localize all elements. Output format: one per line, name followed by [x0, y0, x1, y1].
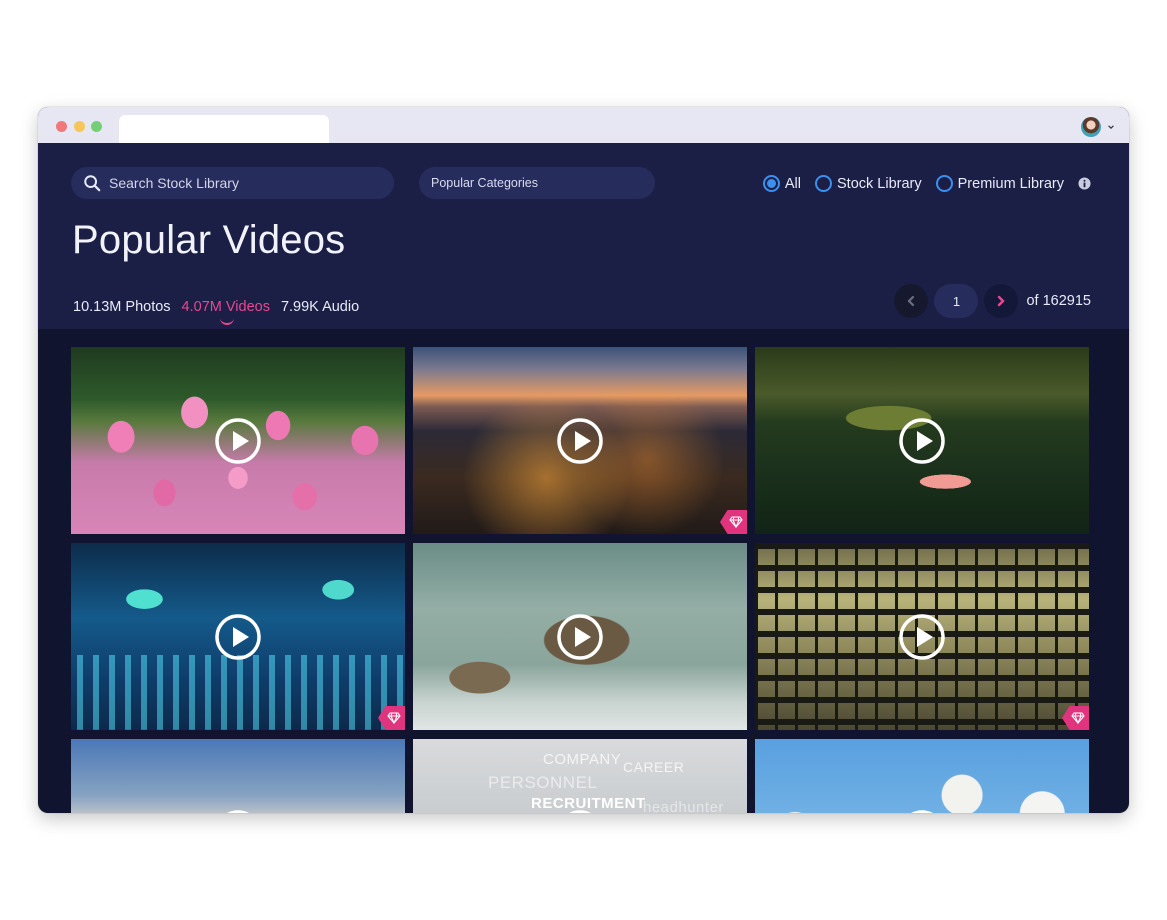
browser-window: Popular Categories All Stock Library Pre…: [38, 107, 1129, 813]
video-tile[interactable]: [413, 543, 747, 730]
play-icon[interactable]: [556, 809, 604, 814]
play-icon[interactable]: [214, 613, 262, 661]
filter-stock-library-radio[interactable]: Stock Library: [815, 175, 922, 192]
thumbnail-overlay-words: COMPANY CAREER PERSONNEL RECRUITMENT hea…: [483, 743, 723, 813]
chevron-left-icon: [907, 295, 915, 307]
filter-all-label: All: [784, 175, 802, 192]
play-icon[interactable]: [556, 417, 604, 465]
minimize-window-button[interactable]: [74, 121, 85, 132]
radio-premium-indicator[interactable]: [935, 175, 953, 192]
radio-all-indicator[interactable]: [762, 175, 780, 192]
video-tile[interactable]: COMPANY CAREER PERSONNEL RECRUITMENT hea…: [413, 739, 747, 813]
video-tile[interactable]: [71, 543, 405, 730]
page-number-input[interactable]: [934, 284, 979, 318]
maximize-window-button[interactable]: [91, 121, 102, 132]
pagination: of 162915: [894, 284, 1091, 318]
diamond-icon: [1071, 712, 1085, 724]
close-window-button[interactable]: [56, 121, 67, 132]
play-icon[interactable]: [556, 613, 604, 661]
overlay-word: CAREER: [623, 759, 685, 775]
chevron-down-icon: [1108, 125, 1114, 130]
search-input[interactable]: [109, 175, 369, 191]
diamond-icon: [387, 712, 401, 724]
media-type-tabs: 10.13M Photos 4.07M Videos 7.99K Audio: [73, 299, 359, 325]
info-icon[interactable]: [1078, 177, 1091, 190]
video-tile[interactable]: [71, 739, 405, 813]
video-thumbnail: [755, 739, 1089, 813]
user-avatar[interactable]: [1081, 117, 1101, 137]
video-tile[interactable]: [755, 347, 1089, 534]
overlay-word: headhunter: [643, 799, 724, 813]
video-thumbnail: [71, 739, 405, 813]
video-tile[interactable]: [755, 543, 1089, 730]
radio-stock-indicator[interactable]: [815, 175, 833, 192]
tab-photos[interactable]: 10.13M Photos: [73, 299, 171, 315]
video-grid: COMPANY CAREER PERSONNEL RECRUITMENT hea…: [71, 347, 1091, 813]
library-filter: All Stock Library Premium Library: [762, 175, 1091, 192]
tab-audio[interactable]: 7.99K Audio: [281, 299, 359, 315]
filter-all-radio[interactable]: All: [762, 175, 802, 192]
play-icon[interactable]: [214, 809, 262, 814]
popular-categories-label: Popular Categories: [431, 176, 539, 190]
play-icon[interactable]: [898, 613, 946, 661]
video-tile[interactable]: [71, 347, 405, 534]
play-icon[interactable]: [898, 417, 946, 465]
popular-categories-dropdown[interactable]: Popular Categories: [419, 167, 655, 199]
play-icon[interactable]: [898, 809, 946, 814]
browser-tab[interactable]: [119, 115, 329, 143]
filter-premium-library-label: Premium Library: [957, 175, 1064, 192]
filter-premium-library-radio[interactable]: Premium Library: [935, 175, 1064, 192]
total-pages-label: of 162915: [1026, 293, 1091, 309]
overlay-word: PERSONNEL: [488, 773, 598, 792]
video-tile[interactable]: [755, 739, 1089, 813]
diamond-icon: [729, 516, 743, 528]
browser-titlebar: [38, 107, 1129, 143]
next-page-button[interactable]: [984, 284, 1019, 318]
overlay-word: COMPANY: [543, 751, 622, 768]
filter-stock-library-label: Stock Library: [837, 175, 922, 192]
page-header: Popular Categories All Stock Library Pre…: [38, 143, 1129, 329]
video-tile[interactable]: [413, 347, 747, 534]
profile-menu[interactable]: [1081, 117, 1115, 137]
search-bar[interactable]: [71, 167, 394, 199]
search-icon: [84, 175, 101, 192]
page-title: Popular Videos: [72, 218, 346, 262]
previous-page-button[interactable]: [894, 284, 929, 318]
tab-videos[interactable]: 4.07M Videos: [182, 299, 270, 325]
play-icon[interactable]: [214, 417, 262, 465]
chevron-right-icon: [998, 295, 1006, 307]
